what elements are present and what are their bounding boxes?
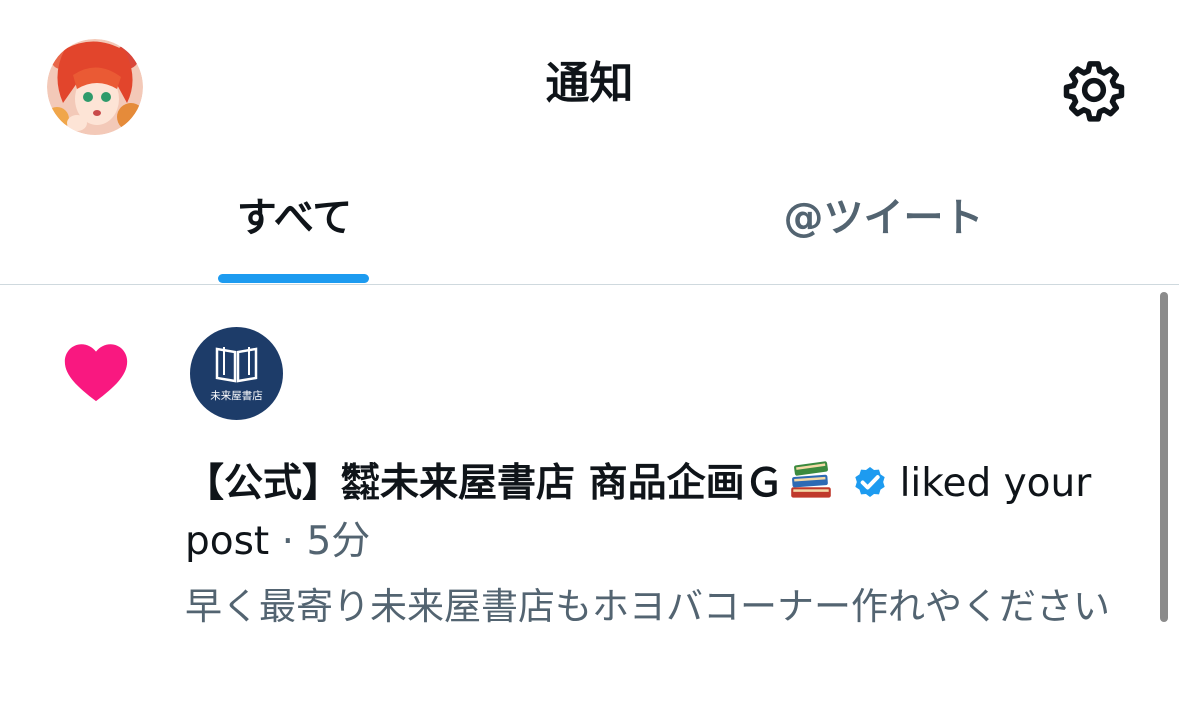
post-snippet[interactable]: 早く最寄り未来屋書店もホヨバコーナー作れやください bbox=[185, 579, 1115, 635]
notification-action-continued: post bbox=[185, 519, 270, 564]
top-bar: 通知 bbox=[0, 0, 1179, 170]
verified-badge-icon bbox=[854, 467, 885, 497]
tab-all[interactable]: すべて bbox=[0, 170, 589, 284]
scrollbar[interactable] bbox=[1160, 292, 1168, 622]
actor-avatar[interactable]: 未来屋書店 bbox=[190, 327, 283, 420]
gear-icon[interactable] bbox=[1058, 54, 1130, 126]
tab-label: すべて bbox=[236, 195, 353, 241]
actor-name[interactable]: 【公式】㍿未来屋書店 商品企画Ｇ bbox=[185, 461, 784, 506]
page-title: 通知 bbox=[545, 58, 634, 109]
tab-label: @ツイート bbox=[783, 195, 984, 241]
notification-time: 5分 bbox=[306, 519, 371, 564]
notification-body: 【公式】㍿未来屋書店 商品企画Ｇ liked your post · 5分 早く… bbox=[185, 455, 1115, 635]
notifications-screen: 通知 すべて @ツイート 未来屋書店 【公式】㍿未来屋書店 商品企画Ｇ like… bbox=[0, 0, 1179, 710]
heart-icon bbox=[64, 344, 128, 402]
notification-item[interactable]: 未来屋書店 【公式】㍿未来屋書店 商品企画Ｇ liked your post · bbox=[0, 285, 1179, 710]
meta-separator: · bbox=[269, 519, 307, 564]
notification-headline: 【公式】㍿未来屋書店 商品企画Ｇ liked your bbox=[185, 455, 1115, 513]
actor-avatar-text: 未来屋書店 bbox=[210, 389, 263, 402]
notification-tabs: すべて @ツイート bbox=[0, 170, 1179, 285]
notification-meta: post · 5分 bbox=[185, 513, 1115, 571]
tab-mentions[interactable]: @ツイート bbox=[589, 170, 1178, 284]
active-tab-indicator bbox=[218, 274, 369, 283]
books-icon bbox=[790, 461, 831, 498]
notification-action: liked your bbox=[899, 461, 1092, 506]
